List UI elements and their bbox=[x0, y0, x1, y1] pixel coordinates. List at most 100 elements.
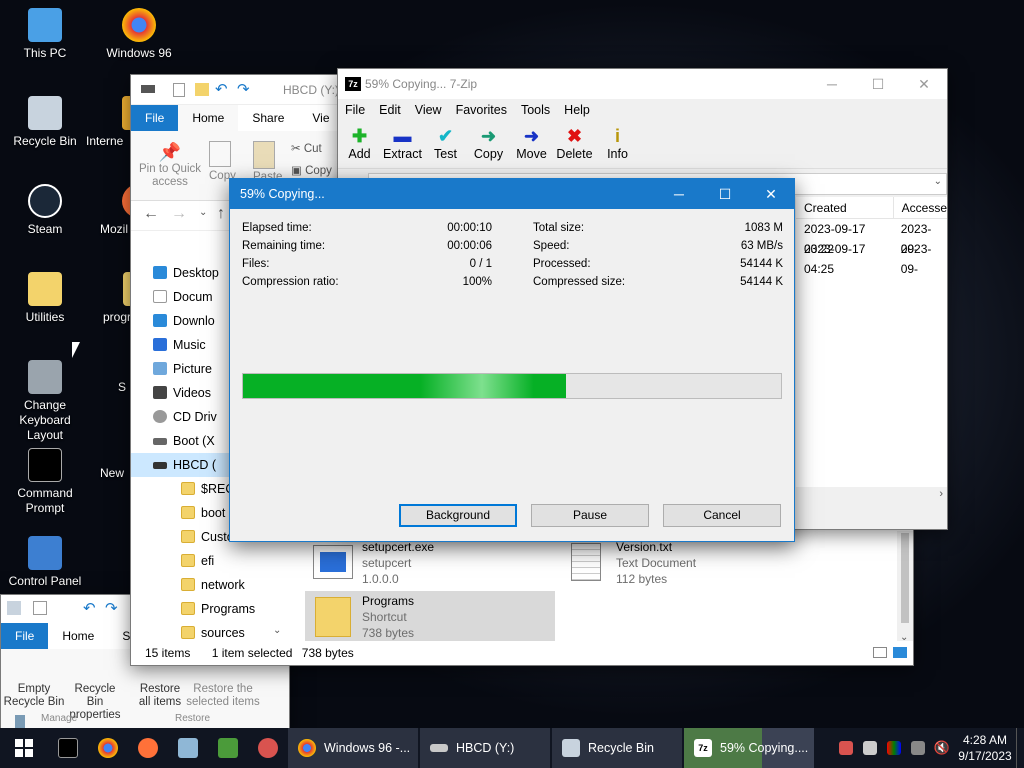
taskbar-app-4[interactable] bbox=[168, 728, 208, 768]
keyboard-icon bbox=[28, 360, 62, 394]
tree-folder-efi[interactable]: efi bbox=[131, 549, 291, 573]
menu-tools[interactable]: Tools bbox=[514, 99, 557, 121]
copy-path-button[interactable]: ▣ Copy bbox=[291, 163, 332, 177]
menu-file[interactable]: File bbox=[338, 99, 372, 121]
redo-icon[interactable]: ↷ bbox=[237, 80, 250, 98]
menu-edit[interactable]: Edit bbox=[372, 99, 408, 121]
back-icon[interactable]: ← bbox=[143, 205, 159, 223]
extract-button[interactable]: ▬ Extract bbox=[381, 121, 424, 168]
tree-folder-network[interactable]: network bbox=[131, 573, 291, 597]
taskbar-window-explorer[interactable]: HBCD (Y:) bbox=[420, 728, 550, 768]
tab-home[interactable]: Home bbox=[48, 623, 108, 649]
tray-icon-2[interactable] bbox=[858, 728, 882, 768]
paint-icon bbox=[258, 738, 278, 758]
desktop-icon-recycle-bin[interactable]: Recycle Bin bbox=[0, 96, 90, 149]
add-button[interactable]: ✚ Add bbox=[338, 121, 381, 168]
folder-icon bbox=[181, 602, 195, 615]
tree-folder-programs[interactable]: Programs bbox=[131, 597, 291, 621]
maximize-button[interactable]: ☐ bbox=[702, 179, 748, 209]
desktop-icon-this-pc[interactable]: This PC bbox=[0, 8, 90, 61]
taskbar-chrome[interactable] bbox=[88, 728, 128, 768]
clock[interactable]: 4:28 AM 9/17/2023 bbox=[954, 732, 1016, 764]
close-button[interactable]: ✕ bbox=[748, 179, 794, 209]
info-button[interactable]: i Info bbox=[596, 121, 639, 168]
tab-home[interactable]: Home bbox=[178, 105, 239, 131]
desktop-icon-new[interactable]: New bbox=[100, 466, 130, 481]
taskbar-app-6[interactable] bbox=[248, 728, 288, 768]
tab-share[interactable]: Share bbox=[238, 105, 298, 131]
properties-icon[interactable] bbox=[33, 601, 47, 615]
file-tile-version[interactable]: Version.txt Text Document 112 bytes bbox=[563, 537, 813, 587]
drive-icon bbox=[153, 438, 167, 445]
file-tile-programs[interactable]: Programs Shortcut 738 bytes bbox=[305, 591, 555, 643]
scroll-right-icon[interactable]: › bbox=[939, 488, 943, 500]
list-row[interactable]: 2023-09-17 04:25 2023-09- bbox=[796, 239, 947, 276]
menu-favorites[interactable]: Favorites bbox=[449, 99, 514, 121]
tab-file[interactable]: File bbox=[1, 623, 49, 649]
file-tile-setupcert[interactable]: setupcert.exe setupcert 1.0.0.0 bbox=[307, 537, 557, 587]
chevron-down-icon[interactable]: ⌄ bbox=[199, 207, 207, 218]
taskbar-app-5[interactable] bbox=[208, 728, 248, 768]
details-view-icon[interactable] bbox=[873, 647, 887, 658]
taskbar-window-recycle-bin[interactable]: Recycle Bin bbox=[552, 728, 682, 768]
pin-icon: 📌 bbox=[158, 142, 182, 162]
tray-icon-4[interactable] bbox=[906, 728, 930, 768]
empty-recycle-bin-button[interactable]: Empty Recycle Bin bbox=[3, 683, 65, 709]
start-button[interactable] bbox=[0, 728, 48, 768]
desktop-icon-utilities[interactable]: Utilities bbox=[0, 272, 90, 325]
taskbar-cmd[interactable] bbox=[48, 728, 88, 768]
tray-icon-3[interactable] bbox=[882, 728, 906, 768]
cut-button[interactable]: ✂ Cut bbox=[291, 141, 322, 155]
explorer-scrollbar[interactable]: ⌄ bbox=[897, 531, 913, 643]
maximize-button[interactable]: ☐ bbox=[855, 69, 901, 99]
list-row[interactable]: 2023-09-17 03:22 2023-09- bbox=[796, 219, 947, 256]
chrome-icon bbox=[298, 739, 316, 757]
status-size: 738 bytes bbox=[301, 646, 354, 660]
forward-icon[interactable]: → bbox=[171, 205, 187, 223]
desktop-icon-change-keyboard[interactable]: Change Keyboard Layout bbox=[0, 360, 90, 443]
mouse-cursor-icon bbox=[72, 342, 80, 358]
status-selected: 1 item selected bbox=[211, 646, 293, 660]
restore-all-button[interactable]: Restore all items bbox=[133, 683, 187, 709]
restore-selected-button[interactable]: Restore the selected items bbox=[185, 683, 261, 709]
taskbar-window-7zip[interactable]: 7z 59% Copying.... bbox=[684, 728, 814, 768]
desktop-icon-steam[interactable]: Steam bbox=[0, 184, 90, 237]
tab-file[interactable]: File bbox=[131, 105, 179, 131]
copy-button[interactable]: Copy bbox=[209, 141, 239, 182]
show-desktop-button[interactable] bbox=[1016, 728, 1024, 768]
desktop-icon-command-prompt[interactable]: Command Prompt bbox=[0, 448, 90, 516]
properties-icon[interactable] bbox=[173, 83, 185, 97]
menu-help[interactable]: Help bbox=[557, 99, 597, 121]
desktop-icon-control-panel[interactable]: Control Panel bbox=[0, 536, 90, 589]
pin-quick-access-button[interactable]: 📌 Pin to Quick access bbox=[137, 141, 203, 189]
cancel-button[interactable]: Cancel bbox=[663, 504, 781, 527]
delete-button[interactable]: ✖ Delete bbox=[553, 121, 596, 168]
undo-icon[interactable]: ↶ bbox=[215, 80, 228, 98]
minimize-button[interactable]: ─ bbox=[809, 69, 855, 99]
up-icon[interactable]: ↑ bbox=[217, 205, 225, 223]
7zip-logo-icon: 7z bbox=[345, 77, 361, 91]
undo-icon[interactable]: ↶ bbox=[83, 599, 96, 617]
copy-button[interactable]: ➜ Copy bbox=[467, 121, 510, 168]
chevron-down-icon[interactable]: ⌄ bbox=[934, 176, 942, 187]
menu-view[interactable]: View bbox=[408, 99, 449, 121]
tree-scroll-down-icon[interactable]: ⌄ bbox=[273, 625, 281, 636]
background-button[interactable]: Background bbox=[399, 504, 517, 527]
pause-button[interactable]: Pause bbox=[531, 504, 649, 527]
taskbar-window-chrome[interactable]: Windows 96 -... bbox=[288, 728, 418, 768]
column-accessed[interactable]: Accesse bbox=[894, 197, 947, 218]
desktop-icon-windows96[interactable]: Windows 96 bbox=[94, 8, 184, 61]
taskbar-firefox[interactable] bbox=[128, 728, 168, 768]
volume-muted-icon[interactable]: 🔇 bbox=[930, 728, 954, 768]
test-button[interactable]: ✔ Test bbox=[424, 121, 467, 168]
tiles-view-icon[interactable] bbox=[893, 647, 907, 658]
7zip-hscrollbar[interactable]: › bbox=[796, 487, 947, 505]
close-button[interactable]: ✕ bbox=[901, 69, 947, 99]
redo-icon[interactable]: ↷ bbox=[105, 599, 118, 617]
minimize-button[interactable]: ─ bbox=[656, 179, 702, 209]
tray-icon-1[interactable] bbox=[834, 728, 858, 768]
move-button[interactable]: ➜ Move bbox=[510, 121, 553, 168]
new-folder-icon[interactable] bbox=[195, 83, 209, 96]
column-created[interactable]: Created bbox=[796, 197, 894, 218]
desktop-icon-s[interactable]: S bbox=[118, 380, 130, 395]
